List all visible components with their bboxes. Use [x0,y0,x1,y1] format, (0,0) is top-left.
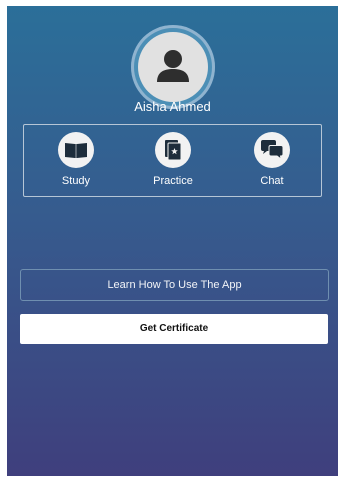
app-screen: Aisha Ahmed Study Practice Chat Learn Ho… [7,6,338,476]
user-name: Aisha Ahmed [134,99,211,114]
stacked-cards-star-icon [155,132,191,168]
menu-label-practice: Practice [153,175,193,187]
user-avatar-icon [138,32,208,102]
menu-label-study: Study [61,175,91,187]
menu-item-chat[interactable]: Chat [232,125,312,196]
avatar[interactable] [131,25,215,109]
menu-panel: Study Practice Chat [23,124,322,197]
menu-item-study[interactable]: Study [36,125,116,196]
open-book-icon [58,132,94,168]
learn-how-to-use-button[interactable]: Learn How To Use The App [20,269,329,301]
get-certificate-button[interactable]: Get Certificate [20,314,328,344]
menu-label-chat: Chat [260,175,284,187]
chat-bubbles-icon [254,132,290,168]
menu-item-practice[interactable]: Practice [133,125,213,196]
